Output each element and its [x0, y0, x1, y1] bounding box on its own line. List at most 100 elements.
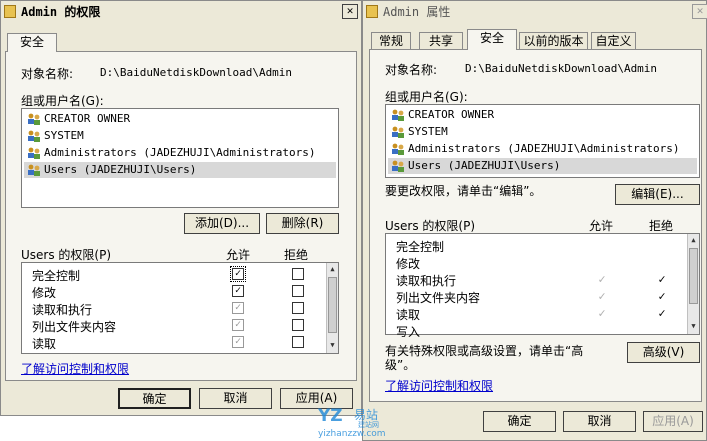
- deny-read-checkbox[interactable]: [292, 336, 304, 348]
- permission-name: 完全控制: [32, 269, 81, 283]
- users-icon: [392, 160, 404, 172]
- list-item[interactable]: Users (JADEZHUJI\Users): [24, 162, 336, 178]
- close-button[interactable]: ✕: [692, 4, 707, 19]
- allow-full-control-checkbox[interactable]: ✓: [230, 266, 246, 282]
- ok-button[interactable]: 确定: [118, 388, 191, 409]
- watermark-url: yizhanzzw.com: [318, 429, 386, 439]
- window-title: Admin 的权限: [21, 5, 101, 19]
- allow-read-check-icon: ✓: [598, 306, 606, 320]
- permission-name: 读取和执行: [32, 303, 93, 317]
- watermark-logo-icon: YZ: [318, 406, 343, 426]
- tab-label: 常规: [378, 34, 403, 48]
- permission-name: 读取: [32, 337, 57, 351]
- user-name: Users (JADEZHUJI\Users): [44, 163, 197, 176]
- watermark: YZ 易站 建站网 yizhanzzw.com: [318, 406, 390, 440]
- allow-list-folder-check-icon: ✓: [598, 289, 606, 303]
- tab-label: 自定义: [595, 34, 632, 48]
- tab-customize[interactable]: 自定义: [591, 32, 636, 50]
- deny-read-execute-checkbox[interactable]: [292, 302, 304, 314]
- tab-label: 共享: [428, 34, 453, 48]
- permissions-scrollbar[interactable]: ▲ ▼: [326, 263, 338, 353]
- allow-read-execute-check-icon: ✓: [598, 272, 606, 286]
- allow-header: 允许: [226, 248, 251, 262]
- permissions-list[interactable]: 完全控制 修改 读取和执行 列出文件夹内容 读取 写入 ✓ ✓ ✓ ✓ ✓ ✓ …: [385, 233, 700, 339]
- permission-name: 读取和执行: [396, 274, 457, 288]
- scroll-down-arrow[interactable]: ▼: [327, 339, 338, 352]
- allow-modify-checkbox[interactable]: ✓: [232, 285, 244, 297]
- allow-read-checkbox[interactable]: ✓: [232, 336, 244, 348]
- permission-name: 完全控制: [396, 240, 445, 254]
- users-icon: [28, 147, 40, 159]
- permission-name: 列出文件夹内容: [32, 320, 117, 334]
- list-item[interactable]: CREATOR OWNER: [24, 111, 336, 127]
- group-label: 组或用户名(G):: [21, 94, 104, 108]
- user-list[interactable]: CREATOR OWNER SYSTEM Administrators (JAD…: [21, 108, 339, 208]
- permission-name: 读取: [396, 308, 421, 322]
- title-bar[interactable]: Admin 的权限: [1, 1, 361, 23]
- access-control-help-link[interactable]: 了解访问控制和权限: [385, 377, 493, 394]
- permissions-label: Users 的权限(P): [385, 219, 476, 233]
- remove-button[interactable]: 删除(R): [266, 213, 339, 234]
- user-list[interactable]: CREATOR OWNER SYSTEM Administrators (JAD…: [385, 104, 700, 178]
- user-name: CREATOR OWNER: [44, 112, 131, 125]
- permission-name: 修改: [396, 257, 421, 271]
- allow-read-execute-checkbox[interactable]: ✓: [232, 302, 244, 314]
- cancel-button[interactable]: 取消: [199, 388, 272, 409]
- tab-security[interactable]: 安全: [7, 33, 57, 52]
- properties-dialog: Admin 属性 ✕ 常规 共享 安全 以前的版本 自定义 对象名称: D:\B…: [362, 0, 707, 441]
- list-item[interactable]: CREATOR OWNER: [388, 107, 697, 123]
- permission-name: 修改: [32, 286, 57, 300]
- apply-button[interactable]: 应用(A): [643, 411, 703, 432]
- tab-previous-versions[interactable]: 以前的版本: [519, 32, 588, 50]
- list-item[interactable]: SYSTEM: [388, 124, 697, 140]
- scroll-thumb[interactable]: [328, 277, 337, 333]
- folder-icon: [366, 5, 378, 18]
- deny-read-execute-check-icon: ✓: [658, 272, 666, 286]
- object-path: D:\BaiduNetdiskDownload\Admin: [465, 62, 658, 75]
- title-bar[interactable]: Admin 属性: [363, 1, 706, 23]
- change-instruction: 要更改权限，请单击“编辑”。: [385, 184, 542, 198]
- users-icon: [28, 113, 40, 125]
- permission-name: 列出文件夹内容: [396, 291, 481, 305]
- permission-name: 写入: [396, 325, 421, 339]
- list-item[interactable]: Users (JADEZHUJI\Users): [388, 158, 697, 174]
- scroll-up-arrow[interactable]: ▲: [688, 234, 699, 247]
- tab-general[interactable]: 常规: [371, 32, 411, 50]
- scroll-up-arrow[interactable]: ▲: [327, 263, 338, 276]
- advanced-button[interactable]: 高级(V): [627, 342, 700, 363]
- folder-icon: [4, 5, 16, 18]
- user-name: Users (JADEZHUJI\Users): [408, 159, 561, 172]
- close-button[interactable]: ✕: [342, 4, 358, 19]
- special-permissions-text-cont: 级”。: [385, 358, 416, 372]
- add-button[interactable]: 添加(D)...: [184, 213, 260, 234]
- list-item[interactable]: Administrators (JADEZHUJI\Administrators…: [388, 141, 697, 157]
- user-name: CREATOR OWNER: [408, 108, 495, 121]
- permissions-label: Users 的权限(P): [21, 248, 112, 262]
- deny-read-check-icon: ✓: [658, 306, 666, 320]
- permissions-list[interactable]: 完全控制 修改 读取和执行 列出文件夹内容 读取 ✓ ✓ ✓ ✓ ✓ ▲ ▼: [21, 262, 339, 354]
- window-title: Admin 属性: [383, 5, 451, 19]
- tab-label: 安全: [479, 31, 504, 45]
- users-icon: [392, 109, 404, 121]
- scroll-thumb[interactable]: [689, 248, 698, 304]
- user-name: SYSTEM: [408, 125, 448, 138]
- user-name: Administrators (JADEZHUJI\Administrators…: [44, 146, 316, 159]
- deny-list-folder-check-icon: ✓: [658, 289, 666, 303]
- list-item[interactable]: SYSTEM: [24, 128, 336, 144]
- allow-list-folder-checkbox[interactable]: ✓: [232, 319, 244, 331]
- tab-sharing[interactable]: 共享: [419, 32, 463, 50]
- deny-header: 拒绝: [649, 219, 674, 233]
- edit-button[interactable]: 编辑(E)...: [615, 184, 700, 205]
- list-item[interactable]: Administrators (JADEZHUJI\Administrators…: [24, 145, 336, 161]
- scroll-down-arrow[interactable]: ▼: [688, 320, 699, 333]
- deny-modify-checkbox[interactable]: [292, 285, 304, 297]
- access-control-help-link[interactable]: 了解访问控制和权限: [21, 360, 129, 377]
- deny-list-folder-checkbox[interactable]: [292, 319, 304, 331]
- deny-header: 拒绝: [284, 248, 309, 262]
- cancel-button[interactable]: 取消: [563, 411, 636, 432]
- deny-full-control-checkbox[interactable]: [292, 268, 304, 280]
- permissions-scrollbar[interactable]: ▲ ▼: [687, 234, 699, 334]
- ok-button[interactable]: 确定: [483, 411, 556, 432]
- tab-security[interactable]: 安全: [467, 29, 517, 50]
- group-label: 组或用户名(G):: [385, 90, 468, 104]
